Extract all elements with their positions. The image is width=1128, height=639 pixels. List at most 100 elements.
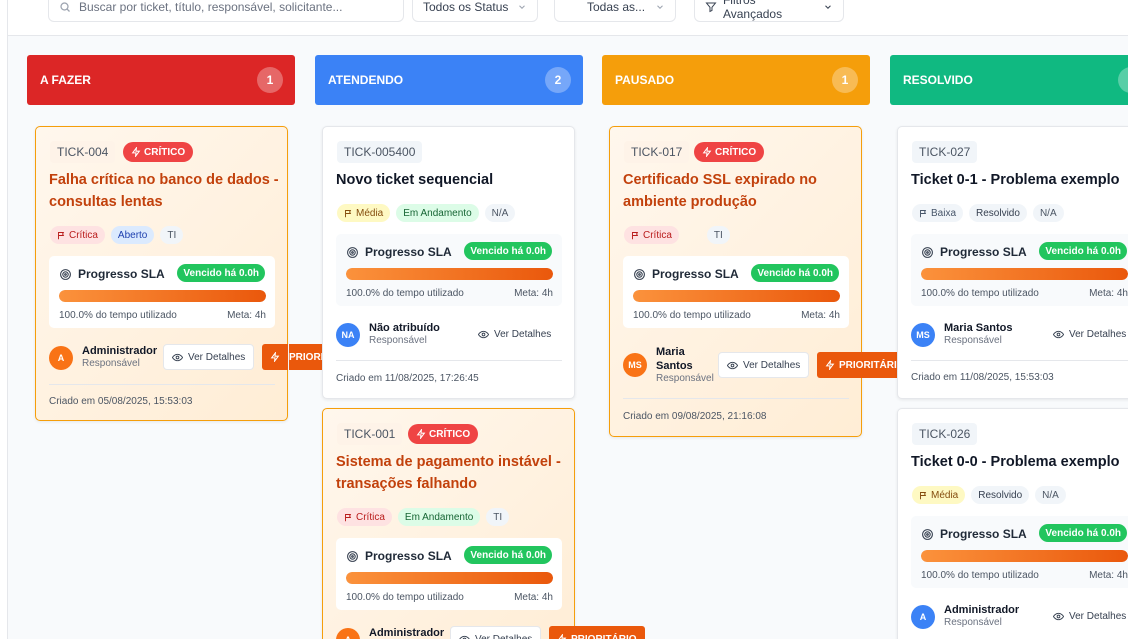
priority-label: PRIORITÁRIO	[571, 633, 637, 639]
ticket-card[interactable]: TICK-027 Ticket 0-1 - Problema exemplo B…	[897, 126, 1128, 399]
critical-badge-label: CRÍTICO	[429, 428, 471, 440]
kanban-board: Todos os Status Todas as... Filtros Avan…	[0, 0, 1128, 639]
chevron-down-icon	[519, 5, 525, 9]
target-icon	[922, 246, 933, 258]
ticket-card[interactable]: TICK-026 Ticket 0-0 - Problema exemplo M…	[897, 408, 1128, 639]
category-tag: N/A	[484, 204, 516, 222]
priority-label: PRIORITÁRIO	[839, 359, 905, 371]
card-divider	[49, 384, 275, 385]
search-input[interactable]	[79, 0, 379, 14]
sla-title: Progresso SLA	[940, 527, 1027, 541]
lightning-icon	[416, 429, 426, 439]
column-header-pausado[interactable]: PAUSADO 1	[602, 55, 870, 105]
assignee-role: Responsável	[82, 358, 140, 369]
sla-footer: 100.0% do tempo utilizado Meta: 4h	[59, 310, 266, 321]
sla-goal-text: Meta: 4h	[1089, 288, 1128, 299]
lightning-icon	[702, 147, 712, 157]
column-header-atendendo[interactable]: ATENDENDO 2	[315, 55, 583, 105]
column-title: RESOLVIDO	[903, 73, 973, 87]
target-icon	[634, 268, 645, 280]
avatar: A	[336, 627, 360, 639]
column-count: 2	[545, 67, 571, 93]
view-details-button[interactable]: Ver Detalhes	[1044, 321, 1128, 347]
advanced-filters-button[interactable]: Filtros Avançados	[694, 0, 844, 22]
priority-tag-label: Baixa	[931, 207, 957, 219]
column-header-resolvido[interactable]: RESOLVIDO 1	[890, 55, 1128, 105]
ticket-card[interactable]: TICK-005400 Novo ticket sequencial Média…	[322, 126, 575, 399]
sla-panel: Progresso SLA Vencido há 0.0h 100.0% do …	[336, 538, 562, 610]
sla-header: Progresso SLA	[921, 245, 1027, 259]
sla-used-text: 100.0% do tempo utilizado	[59, 310, 177, 321]
view-details-button[interactable]: Ver Detalhes	[718, 352, 810, 378]
column-title: A FAZER	[40, 73, 91, 87]
sla-title: Progresso SLA	[365, 549, 452, 563]
priority-button[interactable]: PRIORITÁRIO	[549, 626, 645, 639]
ticket-card[interactable]: TICK-001 CRÍTICO Sistema de pagamento in…	[322, 408, 645, 639]
column-title: PAUSADO	[615, 73, 675, 87]
assignee: NA Não atribuído Responsável	[336, 322, 440, 347]
category-tag: TI	[706, 226, 730, 244]
assignee: A AdministradorResponsável	[49, 345, 157, 370]
sla-header: Progresso SLA	[346, 245, 452, 259]
sla-progress-fill	[346, 268, 553, 280]
sla-progress-bar	[921, 550, 1128, 562]
view-details-label: Ver Detalhes	[475, 633, 533, 639]
sla-panel: Progresso SLA Vencido há 0.0h 100.0% do …	[623, 256, 849, 328]
sla-used-text: 100.0% do tempo utilizado	[921, 288, 1039, 299]
priority-tag-label: Crítica	[69, 229, 98, 241]
assignee: A AdministradorResponsável	[336, 627, 444, 639]
search-box[interactable]	[48, 0, 404, 22]
created-date: Criado em 11/08/2025, 17:26:45	[336, 373, 479, 384]
ticket-id: TICK-027	[912, 141, 978, 163]
assignee-name: Administrador	[944, 604, 1020, 616]
sla-footer: 100.0% do tempo utilizado Meta: 4h	[346, 592, 553, 603]
area-filter-select[interactable]: Todas as...	[554, 0, 676, 22]
sla-used-text: 100.0% do tempo utilizado	[346, 592, 464, 603]
critical-badge: CRÍTICO	[694, 142, 765, 162]
lightning-icon	[270, 352, 280, 362]
area-filter-value: Todas as...	[587, 0, 646, 14]
priority-tag: Baixa	[912, 204, 964, 222]
lightning-icon	[558, 634, 567, 639]
column-count: 1	[257, 67, 283, 93]
ticket-tags: Crítica Em Andamento TI	[337, 508, 510, 526]
priority-button[interactable]	[262, 344, 288, 370]
view-details-button[interactable]: Ver Detalhes	[163, 344, 255, 370]
eye-icon	[478, 330, 489, 338]
critical-badge-label: CRÍTICO	[144, 146, 186, 158]
sla-goal-text: Meta: 4h	[1089, 570, 1128, 581]
status-tag: Resolvido	[971, 486, 1030, 504]
sla-progress-bar	[346, 572, 553, 584]
view-details-button[interactable]: Ver Detalhes	[450, 626, 542, 639]
sla-status-badge: Vencido há 0.0h	[1039, 524, 1127, 542]
status-filter-value: Todos os Status	[423, 0, 509, 14]
view-details-label: Ver Detalhes	[188, 351, 246, 363]
filter-icon	[705, 2, 717, 13]
assignee: MS Maria Santos Responsável	[911, 322, 1012, 347]
assignee-name: Administrador	[369, 627, 445, 639]
category-tag: TI	[486, 508, 510, 526]
sla-title: Progresso SLA	[365, 245, 452, 259]
eye-icon	[727, 361, 738, 369]
view-details-label: Ver Detalhes	[1069, 610, 1127, 622]
avatar: A	[911, 604, 935, 629]
sla-goal-text: Meta: 4h	[514, 288, 553, 299]
flag-icon	[345, 513, 352, 521]
sla-status-badge: Vencido há 0.0h	[464, 242, 552, 260]
priority-tag-label: Média	[356, 207, 384, 219]
advanced-filters-label: Filtros Avançados	[722, 0, 783, 21]
ticket-card[interactable]: TICK-004 CRÍTICO Falha crítica no banco …	[35, 126, 357, 421]
sla-used-text: 100.0% do tempo utilizado	[633, 310, 751, 321]
status-filter-select[interactable]: Todos os Status	[412, 0, 538, 22]
ticket-card[interactable]: TICK-017 CRÍTICO Certificado SSL expirad…	[609, 126, 913, 437]
view-details-button[interactable]: Ver Detalhes	[1044, 603, 1128, 629]
sla-progress-fill	[59, 290, 266, 302]
view-details-button[interactable]: Ver Detalhes	[469, 321, 560, 347]
sla-title: Progresso SLA	[78, 267, 165, 281]
column-header-a-fazer[interactable]: A FAZER 1	[27, 55, 295, 105]
created-date: Criado em 09/08/2025, 21:16:08	[623, 411, 767, 422]
sla-progress-bar	[921, 268, 1128, 280]
flag-icon	[920, 491, 927, 499]
ticket-title: Sistema de pagamento instável - transaçõ…	[336, 454, 561, 492]
view-details-label: Ver Detalhes	[1069, 328, 1127, 340]
